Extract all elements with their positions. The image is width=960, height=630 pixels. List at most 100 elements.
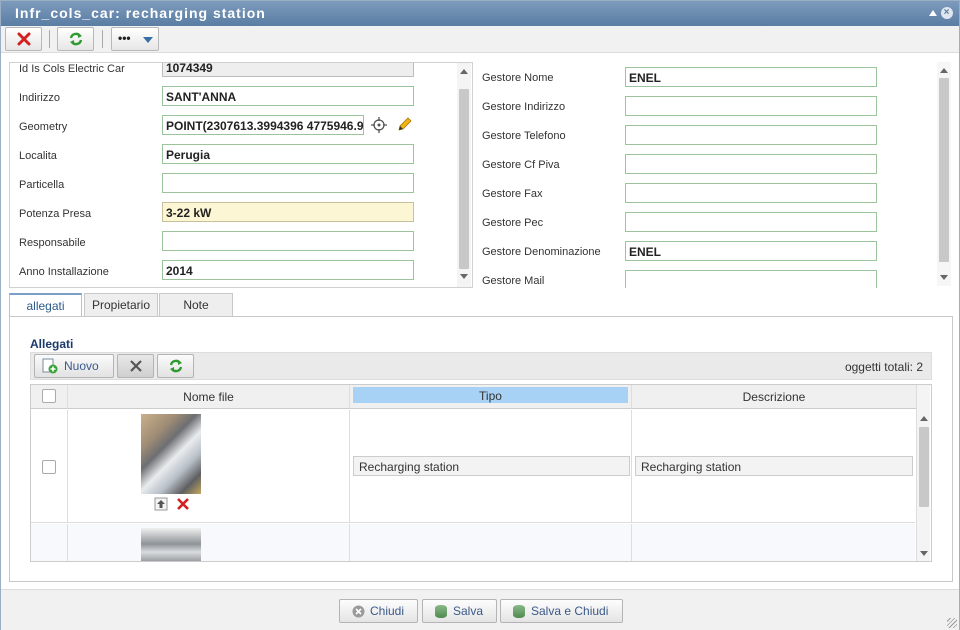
delete-attachment-button[interactable] (117, 354, 154, 378)
scroll-down-icon[interactable] (920, 551, 928, 556)
gestore-nome-field[interactable]: ENEL (625, 67, 877, 87)
new-button-label: Nuovo (64, 359, 99, 373)
chiudi-label: Chiudi (370, 604, 405, 618)
field-label: Gestore Denominazione (482, 246, 601, 258)
thumbnail-image[interactable] (141, 414, 201, 494)
resize-grip-icon[interactable] (947, 618, 957, 628)
chiudi-button[interactable]: Chiudi (339, 599, 418, 623)
allegati-title: Allegati (30, 337, 74, 351)
salva-label: Salva (453, 604, 484, 618)
upload-icon[interactable] (154, 497, 168, 511)
tab-note[interactable]: Note (159, 293, 233, 317)
field-label: Gestore Cf Piva (482, 159, 560, 171)
right-form-panel: Gestore Nome ENEL Gestore Indirizzo Gest… (473, 62, 953, 288)
tipo-cell[interactable]: Recharging station (353, 456, 630, 476)
field-label: Geometry (19, 121, 68, 133)
field-label: Indirizzo (19, 92, 60, 104)
toolbar: ••• (1, 26, 959, 53)
pencil-icon[interactable] (396, 116, 413, 133)
column-header-descrizione[interactable]: Descrizione (632, 385, 916, 409)
tab-propietario[interactable]: Propietario (84, 293, 158, 317)
salva-e-chiudi-label: Salva e Chiudi (531, 604, 609, 618)
field-label: Gestore Nome (482, 72, 554, 84)
scroll-thumb[interactable] (939, 78, 949, 262)
cancel-button[interactable] (5, 27, 42, 51)
gestore-denominazione-field[interactable]: ENEL (625, 241, 877, 261)
select-all-checkbox[interactable] (42, 389, 56, 403)
allegati-panel: Allegati Nuovo oggetti totali: 2 Nome fi… (9, 316, 953, 582)
add-file-icon (42, 358, 58, 374)
left-form-panel: Id Is Cols Electric Car 1074349 Indirizz… (9, 62, 473, 288)
scroll-thumb[interactable] (459, 89, 469, 269)
gestore-cf-piva-field[interactable] (625, 154, 877, 174)
column-header-tipo[interactable]: Tipo (350, 385, 632, 409)
x-icon (130, 360, 142, 372)
potenza-presa-field[interactable]: 3-22 kW (162, 202, 414, 222)
geometry-field[interactable]: POINT(2307613.3994396 4775946.9 (162, 115, 364, 135)
refresh-icon (69, 32, 82, 46)
scroll-up-icon[interactable] (920, 416, 928, 421)
particella-field[interactable] (162, 173, 414, 193)
field-label: Gestore Pec (482, 217, 544, 229)
red-x-icon (17, 32, 30, 46)
refresh-icon (169, 359, 183, 373)
field-label: Responsabile (19, 237, 86, 249)
scroll-down-icon[interactable] (460, 274, 468, 279)
descrizione-cell[interactable]: Recharging station (635, 456, 913, 476)
row-checkbox[interactable] (42, 460, 56, 474)
table-row[interactable] (31, 524, 915, 561)
table-row[interactable]: Recharging station Recharging station (31, 410, 915, 523)
responsabile-field[interactable] (162, 231, 414, 251)
tab-allegati[interactable]: allegati (9, 293, 82, 318)
field-label: Gestore Indirizzo (482, 101, 566, 113)
gestore-telefono-field[interactable] (625, 125, 877, 145)
scroll-down-icon[interactable] (940, 275, 948, 280)
salva-e-chiudi-button[interactable]: Salva e Chiudi (500, 599, 623, 623)
column-header-tipo-label: Tipo (353, 387, 628, 403)
chevron-down-icon (143, 37, 153, 43)
left-form-scrollbar[interactable] (457, 63, 471, 287)
collapse-icon[interactable] (929, 10, 937, 16)
close-circle-icon (352, 605, 365, 618)
field-label: Particella (19, 179, 65, 191)
delete-file-icon[interactable] (176, 497, 190, 511)
column-header-nome-file[interactable]: Nome file (68, 385, 350, 409)
localita-field[interactable]: Perugia (162, 144, 414, 164)
more-actions-dropdown[interactable]: ••• (111, 27, 159, 51)
gestore-indirizzo-field[interactable] (625, 96, 877, 116)
more-icon: ••• (118, 31, 131, 45)
scroll-thumb[interactable] (919, 427, 929, 507)
right-form-scrollbar[interactable] (937, 62, 951, 286)
anno-installazione-field[interactable]: 2014 (162, 260, 414, 280)
database-icon (513, 605, 525, 618)
refresh-button[interactable] (57, 27, 94, 51)
scroll-up-icon[interactable] (460, 69, 468, 74)
total-count: oggetti totali: 2 (844, 360, 923, 374)
window-title: Infr_cols_car: recharging station (15, 5, 266, 21)
new-attachment-button[interactable]: Nuovo (34, 354, 114, 378)
close-window-icon[interactable]: × (941, 7, 953, 19)
dialog-window: Infr_cols_car: recharging station × ••• … (0, 0, 960, 630)
select-all-header (31, 385, 68, 409)
grid-toolbar: Nuovo oggetti totali: 2 (30, 352, 932, 380)
attachments-grid: Nome file Tipo Descrizione Recharging st… (30, 384, 932, 562)
field-label: Id Is Cols Electric Car (19, 63, 125, 75)
refresh-grid-button[interactable] (157, 354, 194, 378)
title-bar[interactable]: Infr_cols_car: recharging station × (1, 1, 959, 26)
id-field[interactable]: 1074349 (162, 63, 414, 77)
locate-icon[interactable] (371, 117, 387, 133)
salva-button[interactable]: Salva (422, 599, 497, 623)
field-label: Gestore Mail (482, 275, 545, 287)
field-label: Gestore Telefono (482, 130, 566, 142)
grid-scrollbar[interactable] (916, 385, 930, 561)
scroll-up-icon[interactable] (940, 68, 948, 73)
thumbnail-image[interactable] (141, 528, 201, 561)
field-label: Localita (19, 150, 57, 162)
gestore-fax-field[interactable] (625, 183, 877, 203)
field-label: Gestore Fax (482, 188, 543, 200)
indirizzo-field[interactable]: SANT'ANNA (162, 86, 414, 106)
field-label: Potenza Presa (19, 208, 92, 220)
gestore-mail-field[interactable] (625, 270, 877, 288)
database-icon (435, 605, 447, 618)
gestore-pec-field[interactable] (625, 212, 877, 232)
